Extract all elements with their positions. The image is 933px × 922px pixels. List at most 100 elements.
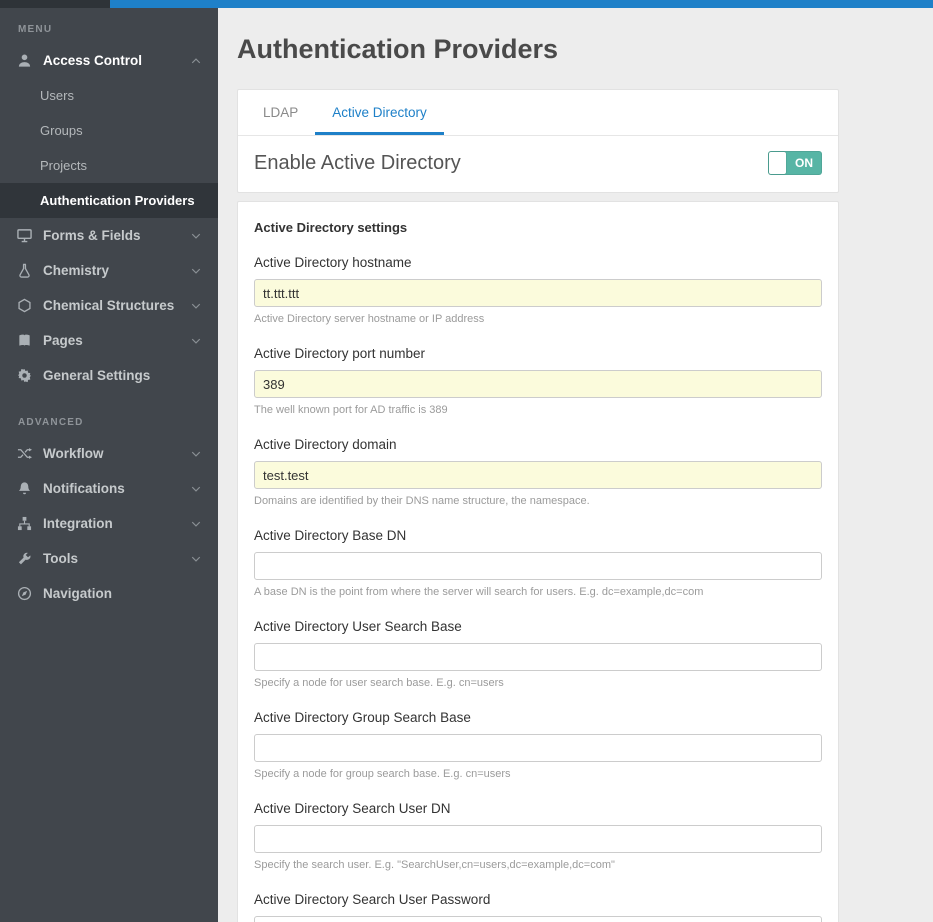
sidebar-item-label: Access Control	[43, 53, 142, 68]
field-domain: Active Directory domain Domains are iden…	[254, 437, 822, 507]
wrench-icon	[16, 551, 33, 566]
sidebar: MENU Access Control Users Groups Project…	[0, 8, 218, 922]
main-content: Authentication Providers LDAP Active Dir…	[218, 8, 933, 922]
sidebar-item-label: Projects	[40, 158, 87, 173]
domain-input[interactable]	[254, 461, 822, 489]
enable-toggle[interactable]: ON	[768, 151, 822, 175]
top-bar	[0, 0, 933, 8]
tab-ldap[interactable]: LDAP	[246, 90, 315, 135]
enable-row: Enable Active Directory ON	[238, 136, 838, 192]
toggle-on-label: ON	[786, 151, 822, 175]
sidebar-item-chemical-structures[interactable]: Chemical Structures	[0, 288, 218, 323]
chevron-down-icon	[190, 448, 202, 460]
hexagon-icon	[16, 298, 33, 313]
user-icon	[16, 53, 33, 68]
sidebar-item-label: Chemistry	[43, 263, 109, 278]
field-help: Specify a node for group search base. E.…	[254, 768, 822, 780]
field-label: Active Directory port number	[254, 346, 822, 361]
sidebar-menu-label: MENU	[0, 8, 218, 43]
book-icon	[16, 333, 33, 348]
search-user-password-input[interactable]	[254, 916, 822, 922]
field-help: Active Directory server hostname or IP a…	[254, 313, 822, 325]
sidebar-item-label: General Settings	[43, 368, 150, 383]
field-label: Active Directory domain	[254, 437, 822, 452]
sidebar-item-authentication-providers[interactable]: Authentication Providers	[0, 183, 218, 218]
sidebar-item-notifications[interactable]: Notifications	[0, 471, 218, 506]
field-port: Active Directory port number The well kn…	[254, 346, 822, 416]
topbar-logo-strip	[0, 0, 110, 8]
compass-icon	[16, 586, 33, 601]
bell-icon	[16, 481, 33, 496]
field-user-search-base: Active Directory User Search Base Specif…	[254, 619, 822, 689]
chevron-down-icon	[190, 265, 202, 277]
chevron-down-icon	[190, 335, 202, 347]
user-search-base-input[interactable]	[254, 643, 822, 671]
sidebar-item-label: Authentication Providers	[40, 193, 195, 208]
tab-active-directory[interactable]: Active Directory	[315, 90, 444, 135]
hostname-input[interactable]	[254, 279, 822, 307]
chevron-down-icon	[190, 300, 202, 312]
sidebar-item-label: Tools	[43, 551, 78, 566]
gear-icon	[16, 368, 33, 383]
field-help: The well known port for AD traffic is 38…	[254, 404, 822, 416]
sidebar-item-label: Workflow	[43, 446, 104, 461]
field-help: A base DN is the point from where the se…	[254, 586, 822, 598]
sidebar-item-label: Forms & Fields	[43, 228, 141, 243]
sidebar-item-label: Integration	[43, 516, 113, 531]
flask-icon	[16, 263, 33, 278]
field-help: Domains are identified by their DNS name…	[254, 495, 822, 507]
topbar-accent-strip	[110, 0, 933, 8]
chevron-up-icon	[190, 55, 202, 67]
sidebar-item-forms-fields[interactable]: Forms & Fields	[0, 218, 218, 253]
sidebar-item-projects[interactable]: Projects	[0, 148, 218, 183]
sidebar-item-pages[interactable]: Pages	[0, 323, 218, 358]
sidebar-item-users[interactable]: Users	[0, 78, 218, 113]
field-group-search-base: Active Directory Group Search Base Speci…	[254, 710, 822, 780]
base-dn-input[interactable]	[254, 552, 822, 580]
field-search-user-dn: Active Directory Search User DN Specify …	[254, 801, 822, 871]
field-search-user-password: Active Directory Search User Password Se…	[254, 892, 822, 922]
sidebar-item-label: Groups	[40, 123, 83, 138]
sidebar-item-label: Chemical Structures	[43, 298, 174, 313]
field-label: Active Directory Search User Password	[254, 892, 822, 907]
search-user-dn-input[interactable]	[254, 825, 822, 853]
field-label: Active Directory Base DN	[254, 528, 822, 543]
sidebar-item-tools[interactable]: Tools	[0, 541, 218, 576]
settings-section-title: Active Directory settings	[254, 220, 822, 235]
shuffle-icon	[16, 446, 33, 461]
enable-heading: Enable Active Directory	[254, 152, 461, 175]
field-label: Active Directory hostname	[254, 255, 822, 270]
provider-tabs: LDAP Active Directory	[238, 90, 838, 136]
sidebar-item-navigation[interactable]: Navigation	[0, 576, 218, 611]
field-help: Specify the search user. E.g. "SearchUse…	[254, 859, 822, 871]
sitemap-icon	[16, 516, 33, 531]
sidebar-item-groups[interactable]: Groups	[0, 113, 218, 148]
sidebar-item-workflow[interactable]: Workflow	[0, 436, 218, 471]
chevron-down-icon	[190, 230, 202, 242]
sidebar-item-label: Navigation	[43, 586, 112, 601]
sidebar-item-chemistry[interactable]: Chemistry	[0, 253, 218, 288]
field-label: Active Directory Group Search Base	[254, 710, 822, 725]
settings-card: Active Directory settings Active Directo…	[237, 201, 839, 922]
field-label: Active Directory User Search Base	[254, 619, 822, 634]
chevron-down-icon	[190, 553, 202, 565]
monitor-icon	[16, 228, 33, 243]
sidebar-item-label: Notifications	[43, 481, 125, 496]
sidebar-advanced-label: ADVANCED	[0, 393, 218, 436]
field-hostname: Active Directory hostname Active Directo…	[254, 255, 822, 325]
sidebar-item-integration[interactable]: Integration	[0, 506, 218, 541]
sidebar-item-general-settings[interactable]: General Settings	[0, 358, 218, 393]
sidebar-item-label: Pages	[43, 333, 83, 348]
chevron-down-icon	[190, 483, 202, 495]
enable-card: LDAP Active Directory Enable Active Dire…	[237, 89, 839, 193]
toggle-knob	[769, 152, 786, 174]
field-help: Specify a node for user search base. E.g…	[254, 677, 822, 689]
field-base-dn: Active Directory Base DN A base DN is th…	[254, 528, 822, 598]
page-title: Authentication Providers	[237, 34, 933, 65]
sidebar-item-access-control[interactable]: Access Control	[0, 43, 218, 78]
chevron-down-icon	[190, 518, 202, 530]
sidebar-item-label: Users	[40, 88, 74, 103]
group-search-base-input[interactable]	[254, 734, 822, 762]
port-input[interactable]	[254, 370, 822, 398]
field-label: Active Directory Search User DN	[254, 801, 822, 816]
